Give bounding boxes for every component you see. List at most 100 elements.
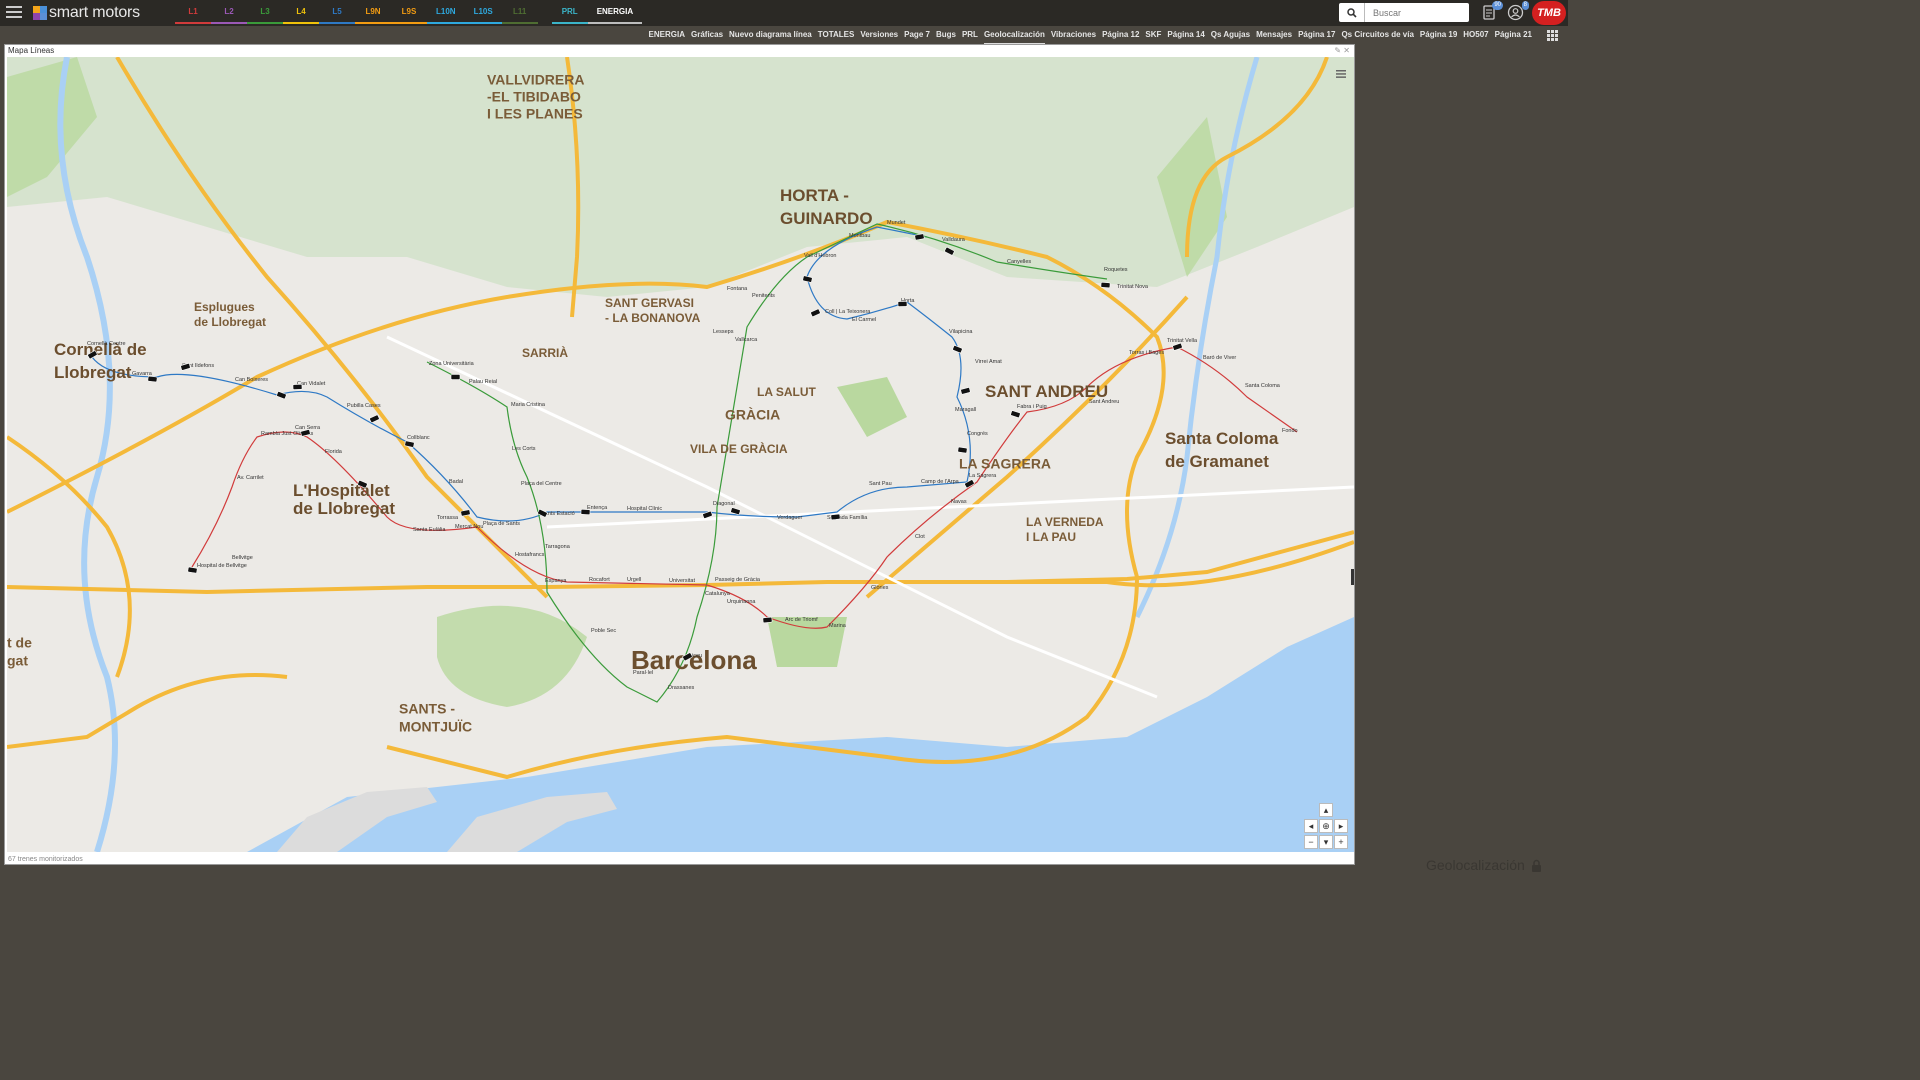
page-tab[interactable]: TOTALES bbox=[818, 26, 855, 44]
train-marker[interactable] bbox=[960, 387, 971, 395]
station-label: Drassanes bbox=[668, 685, 695, 691]
search-input[interactable] bbox=[1365, 3, 1465, 22]
station-label: Tarragona bbox=[545, 544, 571, 550]
line-tab-l5[interactable]: L5 bbox=[319, 0, 355, 24]
station-label: Fontana bbox=[727, 286, 748, 292]
app-name: smart motors bbox=[49, 4, 140, 21]
page-tab[interactable]: Mensajes bbox=[1256, 26, 1292, 44]
station-label: Les Corts bbox=[512, 446, 536, 452]
station-label: Mercat Nou bbox=[455, 524, 483, 530]
page-tab[interactable]: Versiones bbox=[860, 26, 898, 44]
train-marker[interactable] bbox=[802, 275, 813, 283]
line-tab-l4[interactable]: L4 bbox=[283, 0, 319, 24]
train-marker[interactable] bbox=[187, 566, 198, 574]
line-tab-l2[interactable]: L2 bbox=[211, 0, 247, 24]
hamburger-menu-icon[interactable] bbox=[6, 6, 22, 20]
line-tab-l9n[interactable]: L9N bbox=[355, 0, 391, 24]
panel-controls[interactable]: ✎ ✕ bbox=[1334, 46, 1350, 55]
page-tab[interactable]: Qs Circuitos de vía bbox=[1341, 26, 1413, 44]
page-tab[interactable]: Bugs bbox=[936, 26, 956, 44]
user-settings-button[interactable]: 8 bbox=[1507, 1, 1529, 22]
line-tab-l9s[interactable]: L9S bbox=[391, 0, 427, 24]
page-tab[interactable]: ENERGIA bbox=[649, 26, 685, 44]
train-marker[interactable] bbox=[830, 513, 841, 521]
page-tab[interactable]: Página 19 bbox=[1420, 26, 1457, 44]
zoom-in-button[interactable]: + bbox=[1334, 835, 1348, 849]
train-marker[interactable] bbox=[1010, 410, 1021, 418]
line-tab-energia[interactable]: ENERGIA bbox=[587, 0, 643, 24]
page-tab[interactable]: PRL bbox=[962, 26, 978, 44]
line-tab-l3[interactable]: L3 bbox=[247, 0, 283, 24]
district-label: de Llobregat bbox=[293, 499, 395, 518]
station-label: Valldaura bbox=[942, 237, 966, 243]
station-label: Fabra i Puig bbox=[1017, 404, 1047, 410]
train-marker[interactable] bbox=[1100, 281, 1111, 289]
pan-up-button[interactable]: ▴ bbox=[1319, 803, 1333, 817]
close-icon[interactable]: ✕ bbox=[1343, 46, 1350, 55]
station-label: Lesseps bbox=[713, 329, 734, 335]
district-label: HORTA - bbox=[780, 186, 849, 205]
pan-down-button[interactable]: ▾ bbox=[1319, 835, 1333, 849]
tmb-logo[interactable]: TMB bbox=[1532, 1, 1566, 25]
station-label: Passeig de Gràcia bbox=[715, 577, 761, 583]
line-tabs: L1 L2 L3 L4 L5 L9N L9S L10N L10S L11 PRL ENERGIA bbox=[175, 0, 643, 26]
map-side-handle[interactable] bbox=[1351, 569, 1354, 585]
pan-left-button[interactable]: ◂ bbox=[1304, 819, 1318, 833]
page-tab[interactable]: Gráficas bbox=[691, 26, 723, 44]
station-label: Espanya bbox=[545, 578, 567, 584]
page-tab[interactable]: Qs Agujas bbox=[1211, 26, 1250, 44]
train-marker[interactable] bbox=[580, 509, 591, 516]
page-tab[interactable]: Geolocalización bbox=[983, 27, 1045, 44]
map-canvas[interactable]: VALLVIDRERA -EL TIBIDABO I LES PLANES HORTA… bbox=[7, 57, 1354, 852]
zoom-out-button[interactable]: − bbox=[1304, 835, 1318, 849]
page-tab[interactable]: Nuevo diagrama línea bbox=[729, 26, 812, 44]
page-tab[interactable]: SKF bbox=[1145, 26, 1161, 44]
train-marker[interactable] bbox=[276, 391, 287, 400]
train-marker[interactable] bbox=[952, 345, 963, 354]
notifications-button[interactable]: 90 bbox=[1481, 1, 1503, 22]
station-label: Trinitat Vella bbox=[1167, 338, 1198, 344]
apps-grid-icon[interactable] bbox=[1547, 30, 1558, 41]
line-tab-l10s[interactable]: L10S bbox=[464, 0, 502, 24]
train-marker[interactable] bbox=[964, 479, 975, 489]
search-button[interactable] bbox=[1339, 3, 1365, 22]
train-marker[interactable] bbox=[957, 446, 968, 454]
train-marker[interactable] bbox=[762, 616, 773, 624]
line-tab-l10n[interactable]: L10N bbox=[427, 0, 465, 24]
page-tab[interactable]: Página 17 bbox=[1298, 26, 1335, 44]
train-marker[interactable] bbox=[450, 374, 461, 380]
station-label: Vilapicina bbox=[949, 329, 973, 335]
page-watermark: Geolocalización bbox=[1426, 857, 1542, 873]
page-tab[interactable]: Página 21 bbox=[1495, 26, 1532, 44]
pin-icon[interactable]: ✎ bbox=[1334, 46, 1341, 55]
train-marker[interactable] bbox=[292, 384, 303, 390]
station-label: Av. Carrilet bbox=[237, 475, 264, 481]
district-label: Esplugues bbox=[194, 300, 255, 314]
station-label: Vallcarca bbox=[735, 337, 758, 343]
layers-list-icon[interactable] bbox=[1336, 69, 1346, 79]
line-tab-prl[interactable]: PRL bbox=[551, 0, 588, 24]
line-tab-l11[interactable]: L11 bbox=[501, 0, 538, 24]
station-label: Collblanc bbox=[407, 435, 430, 441]
station-label: Catalunya bbox=[705, 591, 731, 597]
page-tab[interactable]: Página 14 bbox=[1167, 26, 1204, 44]
center-button[interactable]: ⊕ bbox=[1319, 819, 1333, 833]
train-marker[interactable] bbox=[730, 507, 741, 515]
pan-right-button[interactable]: ▸ bbox=[1334, 819, 1348, 833]
train-marker[interactable] bbox=[369, 414, 380, 423]
train-marker[interactable] bbox=[897, 301, 908, 307]
line-tab-l1[interactable]: L1 bbox=[175, 0, 211, 24]
station-label: Baró de Viver bbox=[1203, 355, 1236, 361]
page-tab[interactable]: HO507 bbox=[1463, 26, 1488, 44]
train-marker[interactable] bbox=[147, 375, 158, 383]
page-tab[interactable]: Vibraciones bbox=[1051, 26, 1096, 44]
station-label: Fondo bbox=[1282, 428, 1298, 434]
map-svg[interactable]: VALLVIDRERA-EL TIBIDABOI LES PLANES HORTA… bbox=[7, 57, 1354, 852]
watermark-text: Geolocalización bbox=[1426, 857, 1525, 873]
page-tab[interactable]: Page 7 bbox=[904, 26, 930, 44]
page-tab[interactable]: Página 12 bbox=[1102, 26, 1139, 44]
district-label: LA SAGRERA bbox=[959, 455, 1051, 471]
smart-motors-logo[interactable]: smart motors bbox=[33, 4, 140, 22]
train-marker[interactable] bbox=[810, 308, 821, 317]
collserola-hills bbox=[7, 57, 1354, 297]
